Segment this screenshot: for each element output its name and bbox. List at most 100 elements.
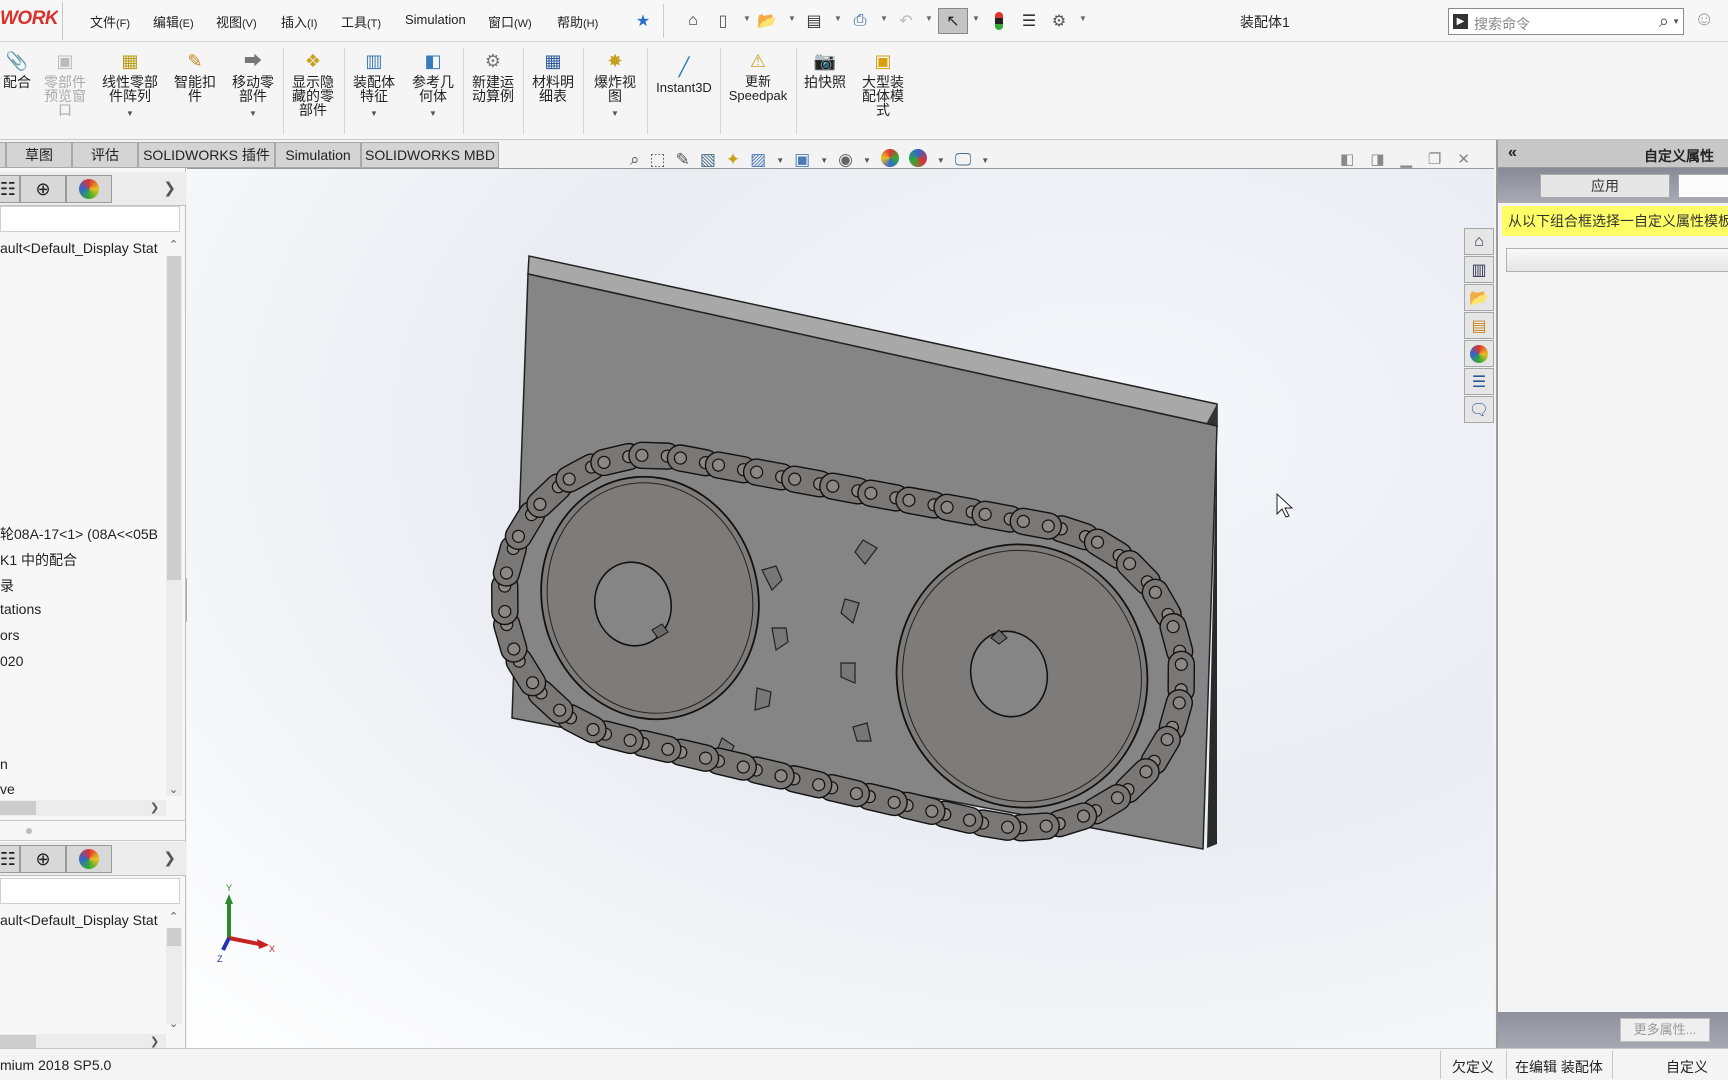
chevron-down-icon[interactable]: ▼	[1672, 17, 1680, 26]
print-icon[interactable]: ⎙	[849, 10, 871, 32]
pin-icon[interactable]: ★	[632, 10, 654, 32]
select-icon[interactable]: ↖	[938, 8, 968, 34]
tree-item[interactable]: ors	[0, 627, 165, 643]
menu-window[interactable]: 窗口(W)	[488, 12, 532, 31]
home-icon[interactable]: ⌂	[682, 10, 704, 32]
chevron-down-icon[interactable]: ▼	[981, 156, 989, 165]
dynamic-annotation-icon[interactable]: ✦	[726, 150, 740, 170]
template-combobox[interactable]	[1506, 248, 1728, 272]
tab-sketch[interactable]: 草图	[6, 142, 72, 168]
display-style-icon[interactable]: ▣	[794, 150, 810, 170]
chevron-down-icon[interactable]: ▼	[1079, 14, 1087, 23]
tree-item[interactable]: K1 中的配合	[0, 550, 165, 570]
tree-horizontal-scrollbar[interactable]	[0, 800, 166, 816]
chevron-right-icon[interactable]: ❯	[163, 179, 176, 197]
chevron-down-icon[interactable]: ▼	[834, 14, 842, 23]
property-manager-tab[interactable]: ☷	[0, 845, 20, 873]
tab-solidworks-addins[interactable]: SOLIDWORKS 插件	[138, 142, 275, 168]
home-icon[interactable]: ⌂	[1464, 228, 1494, 255]
model-view[interactable]: Y X Z	[187, 168, 1494, 1048]
apply-scene-icon[interactable]	[908, 148, 927, 172]
new-document-icon[interactable]: ▯	[712, 10, 734, 32]
ribbon-component-preview-button[interactable]: ▣ 零部件预览窗口	[40, 50, 90, 117]
scroll-right-icon[interactable]: ❯	[150, 1035, 159, 1048]
solidworks-logo[interactable]: WORKS	[0, 8, 58, 36]
ribbon-show-hidden-button[interactable]: ❖ 显示隐藏的零部件	[288, 50, 338, 117]
tree-item[interactable]: 轮08A-17<1> (08A<<05B	[0, 524, 165, 544]
design-library-icon[interactable]: ▥	[1464, 256, 1494, 283]
secondary-button[interactable]	[1678, 174, 1728, 198]
search-commands-input[interactable]: ▶ 搜索命令 ⌕ ▼	[1448, 8, 1684, 35]
search-icon[interactable]: ⌕	[1659, 11, 1669, 32]
menu-view[interactable]: 视图(V)	[216, 12, 257, 31]
ribbon-snapshot-button[interactable]: 📷 拍快照	[800, 50, 850, 89]
previous-view-icon[interactable]: ✎	[676, 150, 690, 170]
ribbon-linear-pattern-button[interactable]: ▦ 线性零部件阵列 ▼	[98, 50, 162, 121]
save-icon[interactable]: ▤	[803, 10, 825, 32]
view-palette-icon[interactable]: ▤	[1464, 312, 1494, 339]
appearances-icon[interactable]	[1464, 340, 1494, 367]
chevron-down-icon[interactable]: ▼	[776, 156, 784, 165]
tab-simulation[interactable]: Simulation	[275, 142, 361, 168]
chevron-down-icon[interactable]: ▼	[788, 14, 796, 23]
ribbon-large-assembly-button[interactable]: ▣ 大型装配体模式	[858, 50, 908, 117]
view-orientation-icon[interactable]: ▨	[750, 150, 766, 170]
rebuild-icon[interactable]	[988, 10, 1010, 32]
menu-file[interactable]: 文件(F)	[90, 12, 130, 31]
ribbon-smart-fasteners-button[interactable]: ✎ 智能扣件	[170, 50, 220, 103]
close-icon[interactable]: ✕	[1457, 150, 1470, 168]
ribbon-mate-button[interactable]: 📎 配合	[0, 50, 34, 89]
tree-item[interactable]: ve	[0, 781, 165, 797]
ribbon-speedpak-button[interactable]: ⚠ 更新 Speedpak	[724, 50, 792, 103]
zoom-area-icon[interactable]: ⬚	[650, 150, 666, 170]
tree-config-line[interactable]: ault<Default_Display Stat	[0, 912, 165, 928]
tile-right-icon[interactable]: ◨	[1370, 150, 1384, 168]
ribbon-instant3d-button[interactable]: ╱ Instant3D	[652, 56, 716, 95]
configuration-manager-tab[interactable]: ⊕	[20, 845, 66, 873]
chevron-down-icon[interactable]: ▼	[937, 156, 945, 165]
ribbon-bom-button[interactable]: ▦ 材料明细表	[528, 50, 578, 103]
chevron-down-icon[interactable]: ▼	[925, 14, 933, 23]
ribbon-exploded-view-button[interactable]: ✸ 爆炸视图 ▼	[588, 50, 642, 121]
display-manager-tab[interactable]	[66, 845, 112, 873]
configuration-manager-tab[interactable]: ⊕	[20, 175, 66, 203]
scroll-up-icon[interactable]: ⌃	[169, 238, 178, 251]
chevron-down-icon[interactable]: ▼	[370, 107, 378, 121]
display-manager-tab[interactable]	[66, 175, 112, 203]
chevron-down-icon[interactable]: ▼	[126, 107, 134, 121]
file-properties-icon[interactable]: ☰	[1018, 10, 1040, 32]
apply-button[interactable]: 应用	[1540, 174, 1670, 198]
open-icon[interactable]: 📂	[756, 10, 778, 32]
scroll-down-icon[interactable]: ⌄	[169, 1017, 178, 1030]
chevron-down-icon[interactable]: ▼	[863, 156, 871, 165]
undo-icon[interactable]: ↶	[895, 10, 917, 32]
units-status[interactable]: 自定义	[1666, 1057, 1708, 1077]
menu-insert[interactable]: 插入(I)	[281, 12, 317, 31]
chevron-down-icon[interactable]: ▼	[611, 107, 619, 121]
tree-filter-input[interactable]	[0, 206, 180, 232]
ribbon-motion-study-button[interactable]: ⚙ 新建运动算例	[468, 50, 518, 103]
menu-help[interactable]: 帮助(H)	[557, 12, 598, 31]
tile-left-icon[interactable]: ◧	[1340, 150, 1354, 168]
tree-item[interactable]: tations	[0, 601, 165, 617]
section-view-icon[interactable]: ▧	[700, 150, 716, 170]
tree-item[interactable]: n	[0, 756, 165, 772]
scrollbar-thumb[interactable]	[167, 928, 181, 946]
property-manager-tab[interactable]: ☷	[0, 175, 20, 203]
chevron-down-icon[interactable]: ▼	[972, 14, 980, 23]
user-icon[interactable]: ☺	[1694, 8, 1714, 31]
menu-tools[interactable]: 工具(T)	[341, 12, 381, 31]
tree-vertical-scrollbar[interactable]	[166, 928, 182, 1024]
scroll-up-icon[interactable]: ⌃	[169, 910, 178, 923]
chevron-down-icon[interactable]: ▼	[429, 107, 437, 121]
tree-item[interactable]: 录	[0, 576, 165, 596]
chevron-down-icon[interactable]: ▼	[880, 14, 888, 23]
tree-vertical-scrollbar[interactable]	[166, 256, 182, 796]
menu-edit[interactable]: 编辑(E)	[153, 12, 194, 31]
scrollbar-thumb[interactable]	[0, 801, 36, 815]
scroll-down-icon[interactable]: ⌄	[169, 783, 178, 796]
tree-filter-input[interactable]	[0, 878, 180, 904]
hide-show-icon[interactable]: ◉	[838, 150, 853, 170]
scrollbar-thumb[interactable]	[167, 256, 181, 580]
chevron-down-icon[interactable]: ▼	[249, 107, 257, 121]
